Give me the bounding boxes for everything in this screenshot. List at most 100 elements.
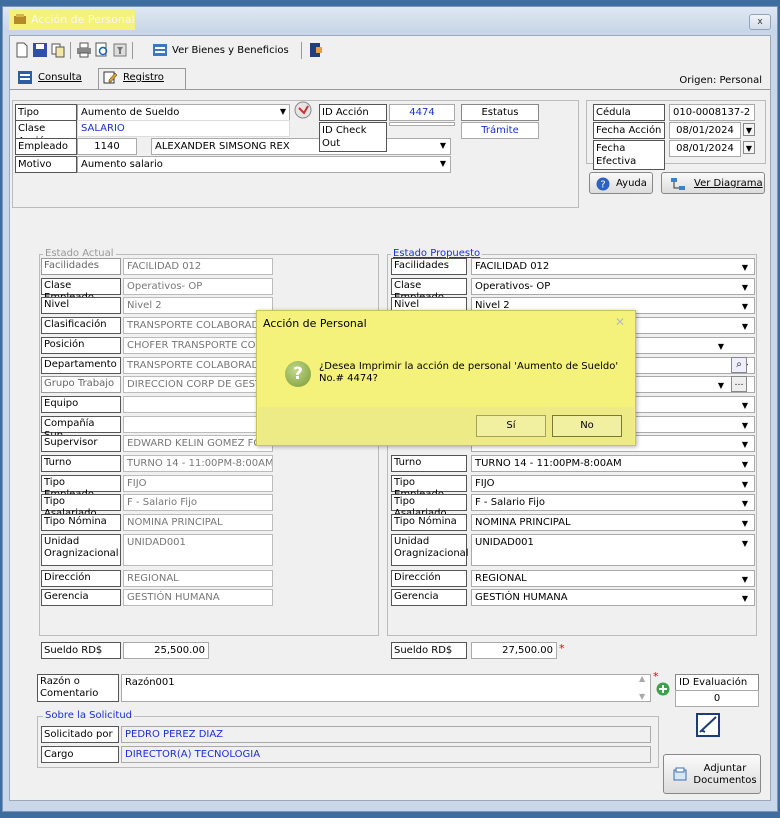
chevron-down-icon[interactable] <box>739 497 751 510</box>
id-evaluacion-value[interactable]: 0 <box>675 690 759 707</box>
empleado-select[interactable]: ALEXANDER SIMSONG REX <box>151 138 451 155</box>
dialog-close-icon[interactable]: ✕ <box>615 315 625 329</box>
motivo-label: Motivo <box>15 156 77 173</box>
chevron-down-icon[interactable] <box>437 139 449 152</box>
attach-icon <box>673 767 687 781</box>
edit-icon <box>103 71 117 84</box>
save-icon[interactable] <box>32 42 48 58</box>
clase-accion-value: SALARIO <box>77 120 290 137</box>
search-icon[interactable]: ⌕ <box>731 357 747 373</box>
propuesto-select[interactable]: Operativos- OP <box>471 278 755 295</box>
chevron-down-icon[interactable] <box>739 300 751 313</box>
add-icon[interactable] <box>656 682 670 696</box>
chevron-down-icon[interactable] <box>739 419 751 432</box>
ayuda-button[interactable]: ? Ayuda <box>589 172 653 194</box>
propuesto-select[interactable]: REGIONAL <box>471 570 755 587</box>
chevron-down-icon[interactable] <box>739 592 751 605</box>
actual-field-value: TURNO 14 - 11:00PM-8:00AM <box>123 455 273 472</box>
motivo-select[interactable]: Aumento salario <box>77 156 451 173</box>
filter-icon[interactable] <box>112 42 128 58</box>
adjuntar-label: Adjuntar Documentos <box>693 763 757 786</box>
empleado-id-field[interactable]: 1140 <box>77 138 137 155</box>
chevron-down-icon[interactable] <box>739 399 751 412</box>
sueldo-propuesto-label: Sueldo RD$ <box>391 642 467 659</box>
no-button[interactable]: No <box>552 415 622 437</box>
more-options-icon[interactable]: … <box>731 376 747 392</box>
required-mark: * <box>559 642 565 655</box>
benefits-button-label[interactable]: Ver Bienes y Beneficios <box>172 45 289 56</box>
benefits-icon[interactable] <box>152 42 168 58</box>
print-icon[interactable] <box>76 42 92 58</box>
chevron-down-icon[interactable] <box>739 573 751 586</box>
propuesto-select[interactable]: TURNO 14 - 11:00PM-8:00AM <box>471 455 755 472</box>
cargo-value: DIRECTOR(A) TECNOLOGIA <box>121 746 651 763</box>
chevron-down-icon[interactable] <box>739 320 751 333</box>
actual-field-value: FIJO <box>123 475 273 492</box>
new-icon[interactable] <box>14 42 30 58</box>
app-icon <box>14 14 26 24</box>
actual-field-value: Nivel 2 <box>123 297 273 314</box>
actual-field-label: Compañía Sup. <box>41 416 121 441</box>
actual-field-value: Operativos- OP <box>123 278 273 295</box>
calendar-dropdown-icon[interactable] <box>743 141 755 154</box>
propuesto-select[interactable]: FIJO <box>471 475 755 492</box>
pick-icon[interactable] <box>294 101 312 119</box>
actual-field-label: Nivel <box>41 297 121 314</box>
adjuntar-documentos-button[interactable]: Adjuntar Documentos <box>663 754 761 794</box>
sueldo-actual-label: Sueldo RD$ <box>41 642 121 659</box>
chevron-down-icon[interactable] <box>739 458 751 471</box>
chevron-down-icon[interactable] <box>715 340 727 353</box>
id-accion-label: ID Acción <box>319 104 387 121</box>
ver-diagrama-label: Ver Diagrama <box>694 178 763 189</box>
cedula-value[interactable]: 010-0008137-2 <box>669 104 755 121</box>
actual-field-value: DIRECCION CORP DE GESTI <box>123 376 273 393</box>
signature-icon[interactable] <box>695 712 721 738</box>
chevron-down-icon[interactable] <box>739 478 751 491</box>
propuesto-select[interactable]: FACILIDAD 012 <box>471 258 755 275</box>
ver-diagrama-button[interactable]: Ver Diagrama <box>661 172 765 194</box>
cedula-label: Cédula <box>593 104 665 121</box>
propuesto-select[interactable]: NOMINA PRINCIPAL <box>471 514 755 531</box>
chevron-down-icon[interactable] <box>277 105 289 118</box>
fecha-efectiva-field[interactable]: 08/01/2024 <box>669 140 741 157</box>
tab-registro[interactable]: Registro <box>98 68 186 89</box>
tab-consulta[interactable]: Consulta <box>14 69 92 90</box>
tipo-accion-select[interactable]: Aumento de Sueldo <box>77 104 290 121</box>
chevron-down-icon[interactable] <box>739 517 751 530</box>
tab-label: Registro <box>123 72 164 83</box>
propuesto-select[interactable]: GESTIÓN HUMANA <box>471 589 755 606</box>
actual-field-label: Clasificación <box>41 317 121 334</box>
chevron-down-icon[interactable] <box>739 281 751 294</box>
razon-textarea[interactable]: Razón001 <box>121 674 651 702</box>
propuesto-select[interactable]: UNIDAD001 <box>471 534 755 566</box>
propuesto-field-label: Clase Empleado <box>391 278 467 303</box>
scroll-up-icon[interactable]: ▲ <box>639 674 645 683</box>
chevron-down-icon[interactable] <box>739 261 751 274</box>
calendar-dropdown-icon[interactable] <box>743 123 755 136</box>
copy-icon[interactable] <box>50 42 66 58</box>
close-button[interactable]: x <box>749 14 771 30</box>
confirm-dialog: Acción de Personal ✕ ? ¿Desea Imprimir l… <box>256 310 636 446</box>
svg-text:?: ? <box>600 180 605 191</box>
actual-field-label: Tipo Nómina <box>41 514 121 531</box>
scroll-down-icon[interactable]: ▼ <box>639 692 645 701</box>
fecha-accion-field[interactable]: 08/01/2024 <box>669 122 741 139</box>
yes-button[interactable]: Sí <box>476 415 546 437</box>
actual-field-value: F - Salario Fijo <box>123 494 273 511</box>
origen-text: Origen: Personal <box>679 75 762 86</box>
exit-icon[interactable] <box>308 42 324 58</box>
chevron-down-icon[interactable] <box>739 438 751 451</box>
help-icon: ? <box>596 177 610 191</box>
window-title: Acción de Personal <box>31 13 135 26</box>
dialog-message: ¿Desea Imprimir la acción de personal 'A… <box>319 361 619 384</box>
actual-field-label: Supervisor <box>41 435 121 452</box>
propuesto-field-label: Turno <box>391 455 467 472</box>
sueldo-propuesto-field[interactable]: 27,500.00 <box>471 642 557 659</box>
preview-icon[interactable] <box>94 42 110 58</box>
propuesto-select[interactable]: F - Salario Fijo <box>471 494 755 511</box>
chevron-down-icon[interactable] <box>715 379 727 392</box>
propuesto-field-label: Dirección <box>391 570 467 587</box>
solicitud-title: Sobre la Solicitud <box>43 710 135 721</box>
chevron-down-icon[interactable] <box>437 157 449 170</box>
chevron-down-icon[interactable] <box>739 537 751 550</box>
